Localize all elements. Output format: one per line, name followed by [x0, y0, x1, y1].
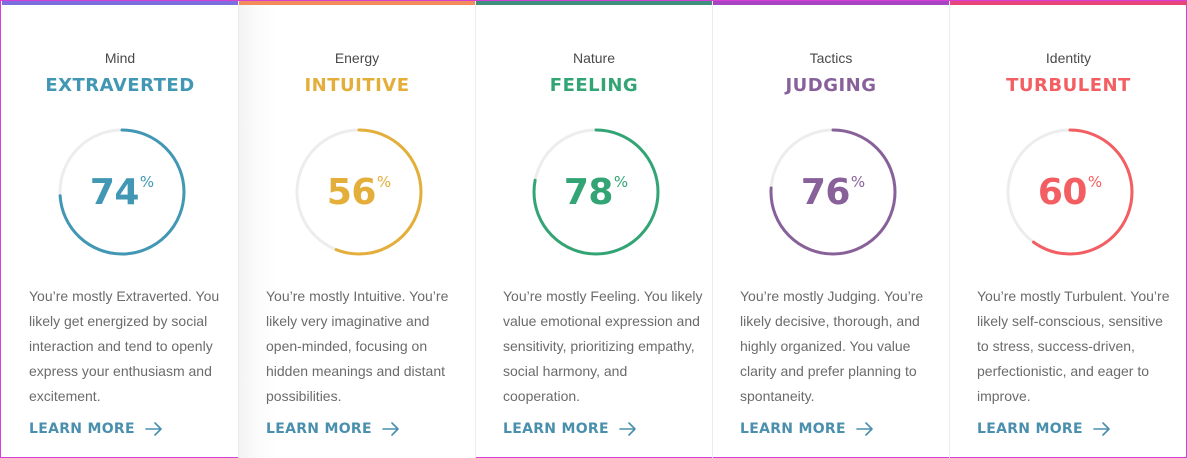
trait-category: Energy	[334, 50, 380, 66]
trait-card-nature: Nature FEELING 78% You’re mostly Feeling…	[476, 1, 713, 458]
percent-sign: %	[850, 173, 866, 191]
trait-name: EXTRAVERTED	[45, 75, 195, 96]
personality-traits-panel: Mind EXTRAVERTED 74% You’re mostly Extra…	[0, 0, 1187, 458]
percentage-value: 56	[326, 171, 377, 213]
card-accent-bar	[476, 1, 712, 5]
trait-category: Identity	[1045, 50, 1092, 66]
trait-description: You’re mostly Extraverted. You likely ge…	[29, 288, 220, 404]
card-accent-bar	[2, 1, 238, 5]
arrow-right-icon	[856, 422, 873, 436]
trait-category: Mind	[104, 50, 136, 66]
arrow-right-icon	[1093, 422, 1110, 436]
learn-more-link[interactable]: LEARN MORE	[29, 421, 163, 437]
arrow-right-icon	[382, 422, 399, 436]
percent-sign: %	[613, 173, 629, 191]
trait-card-mind: Mind EXTRAVERTED 74% You’re mostly Extra…	[2, 1, 239, 458]
trait-card-energy: Energy INTUITIVE 56% You’re mostly Intui…	[239, 1, 476, 458]
trait-description: You’re mostly Feeling. You likely value …	[503, 288, 703, 404]
learn-more-link[interactable]: LEARN MORE	[266, 421, 400, 437]
percent-sign: %	[139, 173, 155, 191]
percent-sign: %	[1087, 173, 1103, 191]
trait-cards: Mind EXTRAVERTED 74% You’re mostly Extra…	[2, 1, 1187, 458]
arrow-right-icon	[619, 422, 636, 436]
trait-name: JUDGING	[785, 75, 877, 96]
trait-description: You’re mostly Judging. You’re likely dec…	[740, 288, 924, 404]
learn-more-link[interactable]: LEARN MORE	[977, 421, 1111, 437]
percentage-value: 60	[1037, 171, 1088, 213]
trait-description: You’re mostly Turbulent. You’re likely s…	[977, 288, 1170, 404]
learn-more-label: LEARN MORE	[977, 421, 1083, 437]
learn-more-label: LEARN MORE	[29, 421, 135, 437]
card-accent-bar	[950, 1, 1187, 5]
percentage-ring: 60%	[1005, 127, 1135, 257]
card-accent-bar	[713, 1, 949, 5]
trait-name: INTUITIVE	[304, 75, 410, 96]
percentage-ring: 76%	[768, 127, 898, 257]
trait-category: Tactics	[809, 50, 853, 66]
learn-more-label: LEARN MORE	[266, 421, 372, 437]
percentage-value: 76	[800, 171, 851, 213]
percent-sign: %	[376, 173, 392, 191]
percentage-ring: 74%	[57, 127, 187, 257]
learn-more-label: LEARN MORE	[740, 421, 846, 437]
trait-name: FEELING	[549, 75, 639, 96]
trait-card-tactics: Tactics JUDGING 76% You’re mostly Judgin…	[713, 1, 950, 458]
trait-name: TURBULENT	[1006, 75, 1131, 96]
learn-more-link[interactable]: LEARN MORE	[503, 421, 637, 437]
percentage-ring: 56%	[294, 127, 424, 257]
learn-more-label: LEARN MORE	[503, 421, 609, 437]
percentage-ring: 78%	[531, 127, 661, 257]
arrow-right-icon	[145, 422, 162, 436]
percentage-value: 74	[89, 171, 140, 213]
trait-description: You’re mostly Intuitive. You’re likely v…	[266, 288, 449, 404]
learn-more-link[interactable]: LEARN MORE	[740, 421, 874, 437]
percentage-value: 78	[563, 171, 614, 213]
trait-card-identity: Identity TURBULENT 60% You’re mostly Tur…	[950, 1, 1187, 458]
trait-category: Nature	[572, 50, 616, 66]
card-accent-bar	[239, 1, 475, 5]
